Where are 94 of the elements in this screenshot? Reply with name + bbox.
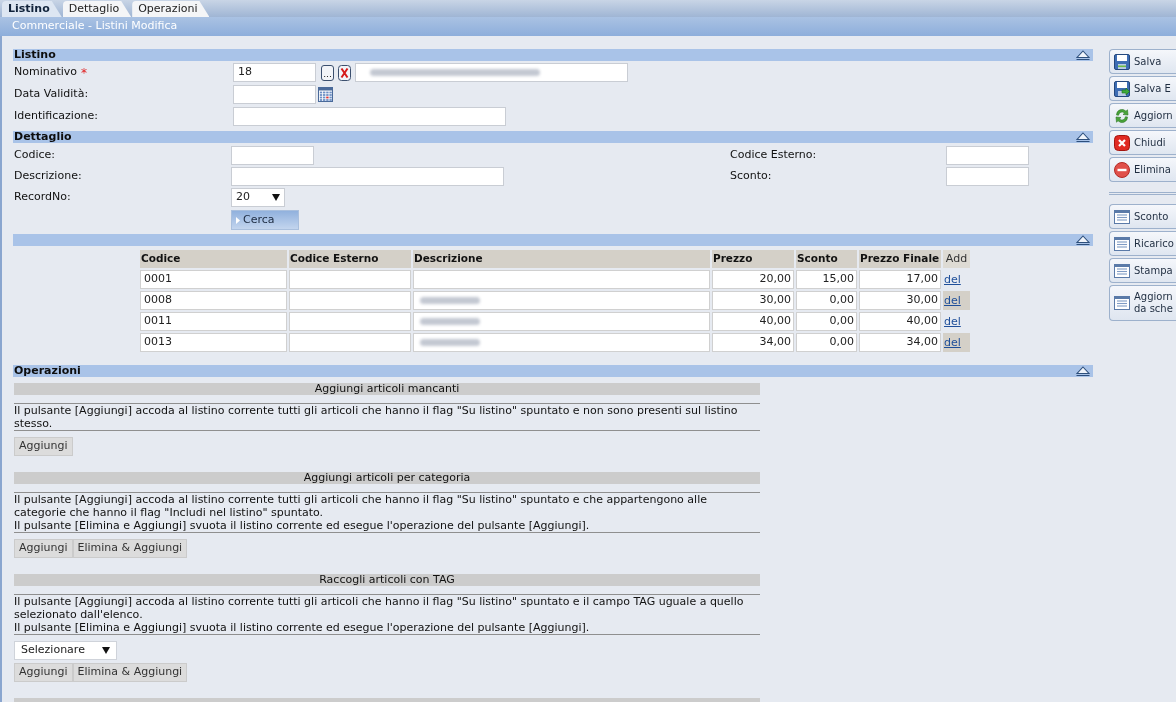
action-button[interactable]: Aggiungi	[14, 663, 73, 682]
toolbar-button[interactable]: Salva E	[1109, 76, 1176, 101]
operation-description: Il pulsante [Aggiungi] accoda al listino corrente tutti gli articoli che hanno il flag "Su listino" spuntato e non sono presenti sul listino stesso.	[14, 404, 739, 430]
field-label: Sconto:	[730, 168, 773, 185]
field-label: Codice:	[13, 147, 56, 164]
caret-down-icon	[272, 194, 280, 201]
action-button[interactable]: Elimina & Aggiungi	[72, 539, 188, 558]
field-label: Codice Esterno:	[730, 147, 818, 164]
tab[interactable]: Operazioni	[132, 1, 210, 17]
column-header: Prezzo Finale	[859, 250, 941, 268]
select-field[interactable]: Selezionare	[14, 641, 117, 660]
field-label: Identificazione:	[14, 108, 99, 125]
input-field[interactable]	[946, 167, 1029, 186]
lookup-button[interactable]: ...	[321, 64, 334, 81]
tab[interactable]: Dettaglio	[62, 1, 132, 17]
toolbar-button[interactable]: Stampa	[1109, 258, 1176, 283]
input-field[interactable]: 18	[233, 63, 316, 82]
operation-title: Aggiungi articoli mancanti	[314, 383, 460, 395]
table-cell: 34,00	[859, 333, 941, 352]
delete-link[interactable]: del	[943, 273, 961, 286]
toolbar-button[interactable]: Sconto	[1109, 204, 1176, 229]
table-cell: 40,00	[712, 312, 794, 331]
operation-title: Raccogli articoli con TAG	[319, 574, 455, 586]
table-cell: 0,00	[796, 333, 857, 352]
table-cell: 0013	[140, 333, 287, 352]
section-title: Operazioni	[14, 365, 81, 377]
input-field[interactable]	[946, 146, 1029, 165]
operation-description: Il pulsante [Elimina e Aggiungi] svuota il listino corrente ed esegue l'operazione del pulsante [Aggiungi].	[14, 519, 591, 532]
table-cell: 17,00	[859, 270, 941, 289]
operation-title: Aggiungi articoli per categoria	[303, 472, 471, 484]
input-field[interactable]	[233, 85, 316, 104]
input-field[interactable]	[231, 167, 504, 186]
table-cell: 0,00	[796, 312, 857, 331]
field-label: Nominativo	[14, 64, 78, 81]
column-header: Add	[943, 250, 970, 268]
refresh-icon	[1114, 107, 1130, 124]
list-icon	[1114, 208, 1130, 225]
list-icon	[1114, 295, 1130, 311]
input-field[interactable]	[231, 146, 314, 165]
collapse-triangle-icon[interactable]	[1076, 50, 1090, 60]
caret-down-icon	[102, 647, 110, 654]
column-header: Sconto	[796, 250, 857, 268]
toolbar-button[interactable]: Ricarico	[1109, 231, 1176, 256]
table-cell: 34,00	[712, 333, 794, 352]
collapse-triangle-icon[interactable]	[1076, 366, 1090, 376]
page-title: Commerciale - Listini Modifica	[12, 18, 178, 35]
operation-description: Il pulsante [Elimina e Aggiungi] svuota il listino corrente ed esegue l'operazione del pulsante [Aggiungi].	[14, 621, 591, 634]
field-label: Descrizione:	[13, 168, 83, 185]
collapse-triangle-icon[interactable]	[1076, 235, 1090, 245]
list-icon	[1114, 235, 1130, 252]
table-cell: 0008	[140, 291, 287, 310]
table-cell: 0011	[140, 312, 287, 331]
toolbar-button[interactable]: Aggiorn	[1109, 103, 1176, 128]
calendar-icon[interactable]	[318, 87, 333, 102]
blurred-text	[420, 339, 480, 346]
action-button[interactable]: Aggiungi	[14, 539, 73, 558]
table-cell: 30,00	[712, 291, 794, 310]
table-cell: 15,00	[796, 270, 857, 289]
search-button[interactable]: Cerca	[231, 210, 299, 230]
toolbar-button[interactable]: Aggiorn da sche	[1109, 285, 1176, 321]
operation-description: Il pulsante [Aggiungi] accoda al listino corrente tutti gli articoli che hanno il flag "Su listino" spuntato e che appartengono alle categorie che hanno il flag "Includi nel listino" spuntato.	[14, 493, 708, 519]
operation-description: Il pulsante [Aggiungi] accoda al listino corrente tutti gli articoli che hanno il flag "Su listino" spuntato e il campo TAG uguale a quello selezionato dall'elenco.	[14, 595, 745, 621]
table-cell: 40,00	[859, 312, 941, 331]
delete-link[interactable]: del	[943, 315, 961, 328]
table-cell: 0,00	[796, 291, 857, 310]
column-header: Prezzo	[712, 250, 794, 268]
action-button[interactable]: Aggiungi	[14, 437, 73, 456]
collapse-triangle-icon[interactable]	[1076, 132, 1090, 142]
toolbar-button[interactable]: Elimina	[1109, 157, 1176, 182]
table-cell: 30,00	[859, 291, 941, 310]
triangle-right-icon	[236, 216, 240, 224]
tab[interactable]: Listino	[2, 1, 62, 17]
table-cell: 20,00	[712, 270, 794, 289]
name-field[interactable]	[355, 63, 628, 82]
blurred-text	[420, 318, 480, 325]
action-button[interactable]: Elimina & Aggiungi	[72, 663, 188, 682]
column-header: Codice	[140, 250, 287, 268]
toolbar-button[interactable]: Chiudi	[1109, 130, 1176, 155]
select-field[interactable]: 20	[231, 188, 285, 207]
section-title: Listino	[14, 49, 56, 61]
table-cell: 0001	[140, 270, 287, 289]
minus-circle-icon	[1114, 161, 1130, 178]
list-icon	[1114, 262, 1130, 279]
field-label: RecordNo:	[13, 189, 72, 206]
toolbar-button[interactable]: Salva	[1109, 49, 1176, 74]
blurred-text	[420, 297, 480, 304]
column-header: Codice Esterno	[289, 250, 411, 268]
required-mark: *	[81, 64, 88, 82]
section-title: Dettaglio	[14, 131, 72, 143]
field-label: Data Validità:	[14, 86, 89, 103]
input-field[interactable]	[233, 107, 506, 126]
close-icon	[1114, 134, 1130, 151]
clear-icon[interactable]	[338, 64, 351, 81]
column-header: Descrizione	[413, 250, 710, 268]
